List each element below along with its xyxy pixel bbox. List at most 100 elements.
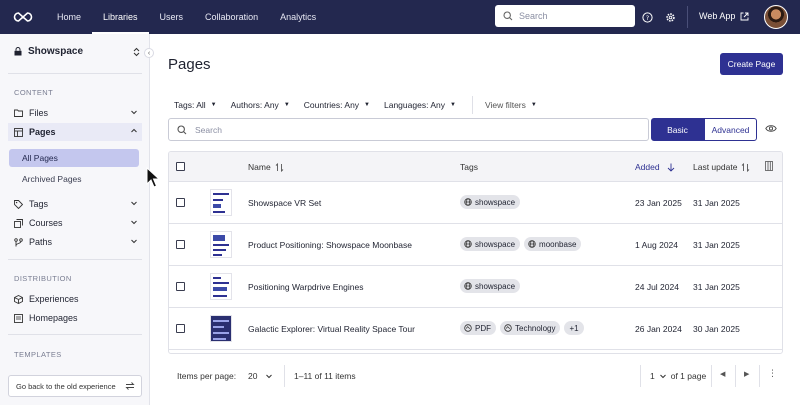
user-avatar[interactable]	[764, 5, 788, 29]
items-per-page-value: 20	[248, 371, 258, 381]
caret-down-icon: ▼	[283, 102, 290, 108]
tag-label: showspace	[475, 239, 516, 249]
top-nav-bar: Home Libraries Users Collaboration Analy…	[0, 0, 800, 34]
nav-divider	[687, 6, 688, 28]
last-update-date: 31 Jan 2025	[693, 240, 740, 250]
table-row[interactable]: Showspace VR Set showspace 23 Jan 2025 3…	[169, 182, 782, 224]
page-number: 1	[650, 371, 655, 381]
tag-label: showspace	[475, 197, 516, 207]
view-filters-dropdown[interactable]: View filters ▼	[485, 100, 537, 110]
sidebar-item-paths[interactable]: Paths	[8, 233, 142, 251]
create-page-button[interactable]: Create Page	[720, 53, 783, 75]
tag-chip[interactable]: moonbase	[524, 237, 582, 251]
page-name[interactable]: Galactic Explorer: Virtual Reality Space…	[248, 324, 415, 334]
pages-icon	[14, 127, 24, 137]
basic-mode-button[interactable]: Basic	[651, 118, 704, 141]
row-checkbox[interactable]	[176, 240, 185, 249]
tag-chip[interactable]: showspace	[460, 195, 521, 209]
footer-divider	[735, 365, 736, 387]
select-all-checkbox[interactable]	[176, 162, 185, 171]
tag-list: showspace	[460, 279, 521, 293]
eye-icon[interactable]	[765, 124, 777, 135]
page-name[interactable]: Product Positioning: Showspace Moonbase	[248, 240, 412, 250]
help-icon[interactable]: ?	[640, 10, 654, 24]
sidebar-subitem-archived-pages[interactable]: Archived Pages	[9, 170, 139, 188]
page-name[interactable]: Showspace VR Set	[248, 198, 321, 208]
tag-chip[interactable]: PDF	[460, 321, 496, 335]
column-last-update[interactable]: Last update	[693, 162, 750, 172]
page-title: Pages	[168, 56, 211, 73]
column-settings-icon[interactable]	[765, 161, 773, 171]
advanced-mode-button[interactable]: Advanced	[704, 118, 757, 141]
footer-divider	[284, 365, 285, 387]
table-row[interactable]: Product Positioning: Showspace Moonbase …	[169, 224, 782, 266]
chevron-up-icon	[131, 128, 137, 133]
column-name[interactable]: Name	[248, 162, 284, 172]
app-logo-icon[interactable]	[0, 11, 46, 23]
courses-icon	[14, 218, 24, 228]
more-options-icon[interactable]: ⋮	[768, 368, 777, 379]
sidebar-item-experiences[interactable]: Experiences	[8, 290, 142, 308]
globe-icon	[464, 198, 472, 206]
table-header: Name Tags Added Last update	[169, 152, 782, 182]
pages-search-input[interactable]	[195, 124, 635, 135]
old-experience-label: Go back to the old experience	[16, 381, 116, 391]
chevron-down-icon	[131, 201, 137, 206]
global-search-input[interactable]	[519, 11, 629, 21]
pages-search[interactable]	[168, 118, 649, 141]
filter-countries[interactable]: Countries: Any ▼	[304, 100, 370, 110]
nav-users[interactable]: Users	[149, 0, 195, 34]
web-app-link[interactable]: Web App	[699, 11, 749, 21]
sidebar-divider	[8, 259, 142, 260]
svg-text:?: ?	[645, 14, 648, 22]
row-checkbox[interactable]	[176, 324, 185, 333]
sidebar-item-courses[interactable]: Courses	[8, 214, 142, 232]
sidebar-divider	[8, 334, 142, 335]
row-checkbox[interactable]	[176, 198, 185, 207]
sidebar-divider	[8, 73, 142, 74]
filter-languages[interactable]: Languages: Any ▼	[384, 100, 456, 110]
swap-arrows-icon	[125, 382, 135, 390]
global-search[interactable]	[495, 5, 635, 27]
nav-libraries[interactable]: Libraries	[92, 0, 149, 34]
nav-collaboration[interactable]: Collaboration	[194, 0, 269, 34]
main-content: Pages Create Page Tags: All ▼ Authors: An…	[151, 34, 800, 405]
section-templates: TEMPLATES	[14, 350, 62, 359]
page-select[interactable]: 1 of 1 page	[650, 371, 706, 381]
filter-authors[interactable]: Authors: Any ▼	[231, 100, 290, 110]
tag-chip[interactable]: showspace	[460, 237, 521, 251]
footer-divider	[640, 365, 641, 387]
column-added[interactable]: Added	[635, 162, 675, 172]
old-experience-button[interactable]: Go back to the old experience	[8, 375, 142, 397]
added-date: 1 Aug 2024	[635, 240, 679, 250]
nav-home[interactable]: Home	[46, 0, 92, 34]
tag-label: Technology	[515, 323, 556, 333]
page-count-text: of 1 page	[670, 371, 707, 381]
sidebar-item-tags[interactable]: Tags	[8, 195, 142, 213]
sidebar-subitem-all-pages[interactable]: All Pages	[9, 149, 139, 167]
sidebar-item-files[interactable]: Files	[8, 104, 142, 122]
items-per-page-select[interactable]: 20	[248, 371, 273, 381]
gear-icon[interactable]	[663, 10, 677, 24]
column-tags: Tags	[460, 162, 478, 172]
sidebar-item-pages[interactable]: Pages	[8, 123, 142, 141]
chevron-up-down-icon	[133, 47, 140, 57]
arrow-down-icon	[667, 163, 674, 172]
filter-tags[interactable]: Tags: All ▼	[174, 100, 217, 110]
tag-chip[interactable]: showspace	[460, 279, 521, 293]
more-tags-chip[interactable]: +1	[564, 321, 584, 335]
sidebar-item-label: Pages	[29, 127, 56, 137]
sidebar-item-homepages[interactable]: Homepages	[8, 309, 142, 327]
table-row[interactable]: Positioning Warpdrive Engines showspace …	[169, 266, 782, 308]
space-switcher[interactable]: Showspace	[14, 46, 140, 57]
row-checkbox[interactable]	[176, 282, 185, 291]
next-page-button[interactable]: ▶	[744, 370, 749, 378]
page-name[interactable]: Positioning Warpdrive Engines	[248, 282, 363, 292]
nav-analytics[interactable]: Analytics	[269, 0, 327, 34]
table-footer: Items per page: 20 1–11 of 11 items 1 of…	[151, 361, 800, 391]
previous-page-button[interactable]: ◀	[720, 370, 725, 378]
sidebar-item-label: Paths	[29, 237, 53, 247]
table-row[interactable]: Galactic Explorer: Virtual Reality Space…	[169, 308, 782, 350]
tag-chip[interactable]: Technology	[500, 321, 561, 335]
search-mode-toggle: Basic Advanced	[651, 118, 757, 141]
